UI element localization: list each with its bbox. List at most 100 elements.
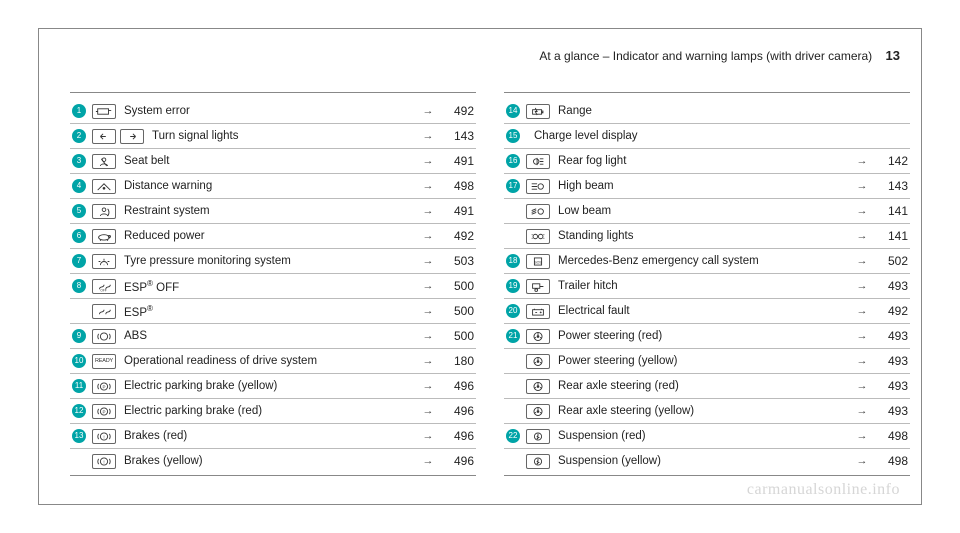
legend-row: 21Power steering (red)→493 xyxy=(504,324,910,348)
arrow-icon: → xyxy=(416,255,440,267)
legend-number-badge: 13 xyxy=(72,429,86,443)
legend-row: 8OFFESP® OFF→500 xyxy=(70,274,476,298)
legend-row: 10READYOperational readiness of drive sy… xyxy=(70,349,476,373)
legend-label: Suspension (red) xyxy=(558,430,850,442)
arrow-icon: → xyxy=(850,280,874,292)
legend-page-ref: 143 xyxy=(440,129,474,143)
legend-number-badge: 9 xyxy=(72,329,86,343)
arrow-icon: → xyxy=(416,280,440,292)
steering-icon xyxy=(526,329,550,344)
legend-row: 19Trailer hitch→493 xyxy=(504,274,910,298)
legend-number-badge: 19 xyxy=(506,279,520,293)
arrow-icon: → xyxy=(416,330,440,342)
legend-row: Rear axle steering (red)→493 xyxy=(504,374,910,398)
legend-icons: P xyxy=(92,379,116,394)
legend-icons xyxy=(92,229,116,244)
legend-page-ref: 500 xyxy=(440,279,474,293)
legend-row: 12PElectric parking brake (red)→496 xyxy=(70,399,476,423)
legend-number-badge xyxy=(72,454,86,468)
legend-icons: SOS xyxy=(526,254,550,269)
legend-number-badge: 16 xyxy=(506,154,520,168)
standing-icon xyxy=(526,229,550,244)
legend-icons xyxy=(526,154,550,169)
arrow-icon: → xyxy=(416,180,440,192)
legend-page-ref: 502 xyxy=(874,254,908,268)
arrow-icon: → xyxy=(850,155,874,167)
legend-label: Suspension (yellow) xyxy=(558,455,850,467)
legend-icons: OFF xyxy=(92,279,116,294)
arrow-icon: → xyxy=(850,305,874,317)
seatbelt-icon xyxy=(92,154,116,169)
legend-number-badge xyxy=(506,379,520,393)
arrow-icon: → xyxy=(416,405,440,417)
legend-number-badge: 22 xyxy=(506,429,520,443)
arrow-icon: → xyxy=(416,355,440,367)
legend-row: 14Range xyxy=(504,99,910,123)
tyre-icon: ! xyxy=(92,254,116,269)
legend-label: Electric parking brake (red) xyxy=(124,405,416,417)
arrow-icon: → xyxy=(850,455,874,467)
legend-page-ref: 141 xyxy=(874,204,908,218)
legend-number-badge: 14 xyxy=(506,104,520,118)
legend-page-ref: 492 xyxy=(440,104,474,118)
legend-number-badge: 4 xyxy=(72,179,86,193)
legend-row: Standing lights→141 xyxy=(504,224,910,248)
turtle-icon xyxy=(92,229,116,244)
legend-number-badge xyxy=(72,304,86,318)
legend-icons: ! xyxy=(92,454,116,469)
legend-icons xyxy=(92,104,116,119)
legend-page-ref: 180 xyxy=(440,354,474,368)
legend-number-badge: 1 xyxy=(72,104,86,118)
legend-page-ref: 498 xyxy=(440,179,474,193)
legend-page-ref: 492 xyxy=(874,304,908,318)
legend-label: Brakes (yellow) xyxy=(124,455,416,467)
legend-icons xyxy=(92,329,116,344)
legend-page-ref: 491 xyxy=(440,154,474,168)
legend-page-ref: 141 xyxy=(874,229,908,243)
steering-icon xyxy=(526,379,550,394)
legend-row: 11PElectric parking brake (yellow)→496 xyxy=(70,374,476,398)
legend-label: Power steering (yellow) xyxy=(558,355,850,367)
legend-icons xyxy=(526,229,550,244)
legend-label: ESP® xyxy=(124,304,416,319)
legend-page-ref: 498 xyxy=(874,454,908,468)
legend-icons xyxy=(526,354,550,369)
legend-label: High beam xyxy=(558,180,850,192)
range-icon xyxy=(526,104,550,119)
legend-label: Distance warning xyxy=(124,180,416,192)
legend-row: 7!Tyre pressure monitoring system→503 xyxy=(70,249,476,273)
legend-page-ref: 493 xyxy=(874,379,908,393)
arrow-icon: → xyxy=(850,405,874,417)
header-title: At a glance – Indicator and warning lamp… xyxy=(539,49,872,63)
legend-icons xyxy=(526,279,550,294)
legend-icons: READY xyxy=(92,354,116,369)
arrow-icon: → xyxy=(850,230,874,242)
legend-row: Rear axle steering (yellow)→493 xyxy=(504,399,910,423)
engine-icon xyxy=(92,104,116,119)
legend-page-ref: 493 xyxy=(874,404,908,418)
legend-row: 22Suspension (red)→498 xyxy=(504,424,910,448)
legend-label: ABS xyxy=(124,330,416,342)
legend-row: Power steering (yellow)→493 xyxy=(504,349,910,373)
legend-number-badge: 21 xyxy=(506,329,520,343)
legend-row: 1 System error→492 xyxy=(70,99,476,123)
legend-label: Rear fog light xyxy=(558,155,850,167)
svg-text:!: ! xyxy=(104,263,105,267)
legend-page-ref: 496 xyxy=(440,379,474,393)
page-header: At a glance – Indicator and warning lamp… xyxy=(539,48,900,63)
right-column: 14Range15Charge level display16Rear fog … xyxy=(504,90,910,482)
legend-label: Power steering (red) xyxy=(558,330,850,342)
legend-icons xyxy=(526,329,550,344)
legend-label: Electric parking brake (yellow) xyxy=(124,380,416,392)
arrow-icon: → xyxy=(416,305,440,317)
legend-label: Rear axle steering (red) xyxy=(558,380,850,392)
legend-icons xyxy=(92,154,116,169)
legend-number-badge xyxy=(506,404,520,418)
legend-label: Low beam xyxy=(558,205,850,217)
arrow-icon: → xyxy=(850,255,874,267)
svg-text:OFF: OFF xyxy=(100,288,106,292)
legend-label: System error xyxy=(124,105,416,117)
arrow-icon: → xyxy=(416,105,440,117)
legend-icons xyxy=(526,454,550,469)
legend-label: ESP® OFF xyxy=(124,279,416,294)
